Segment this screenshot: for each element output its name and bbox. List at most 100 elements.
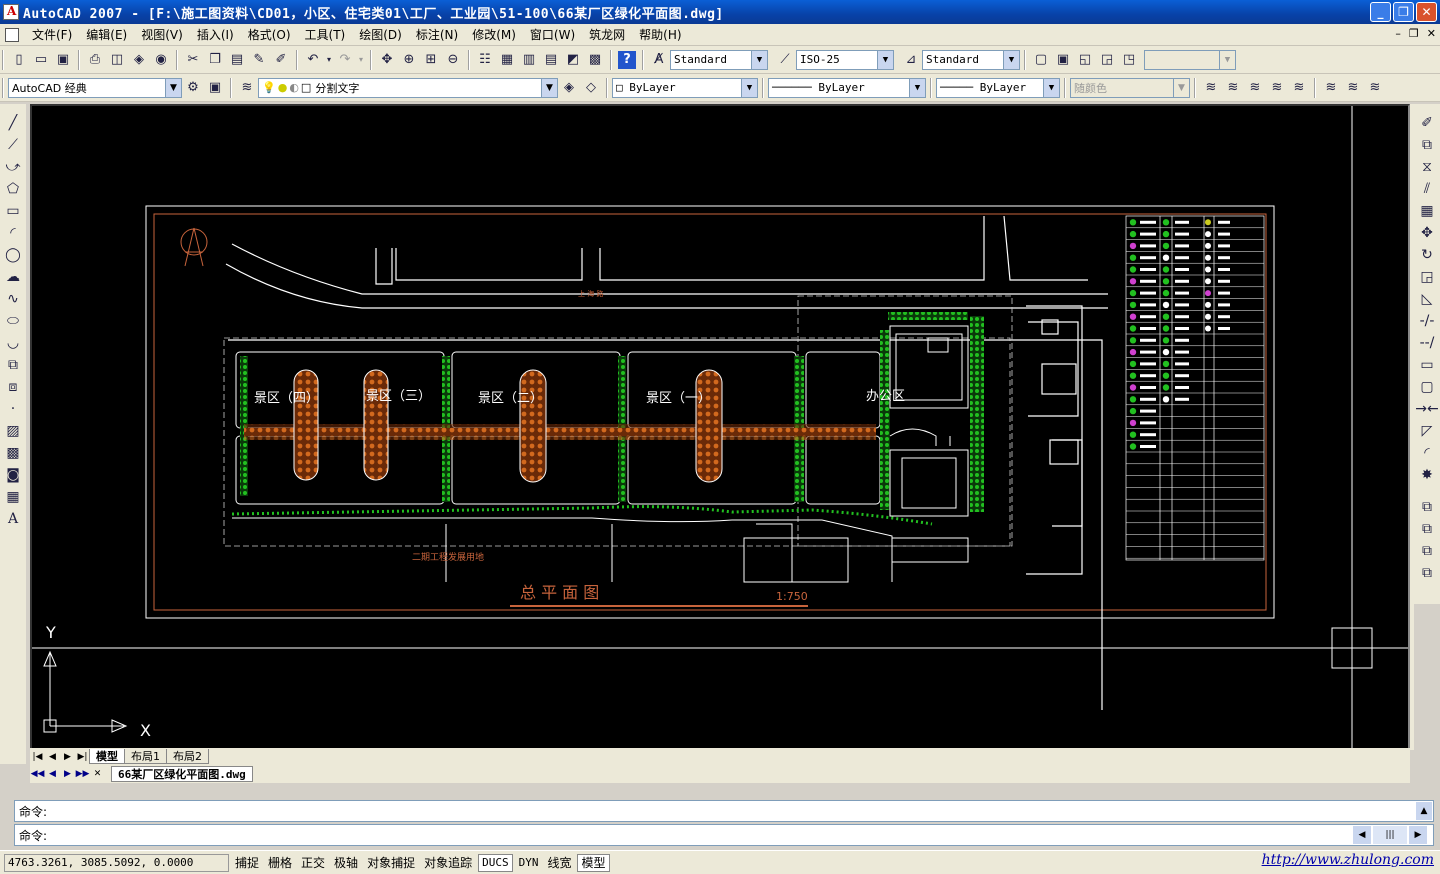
copy-object-icon[interactable]: ⧉ — [1416, 134, 1438, 156]
match-properties-icon[interactable]: ✎ — [248, 49, 270, 71]
plot-preview-icon[interactable]: ◫ — [106, 49, 128, 71]
lineweight-toggle[interactable]: 线宽 — [544, 854, 574, 872]
command-scroll-up-icon[interactable]: ▲ — [1416, 802, 1432, 820]
plotstyle-select[interactable]: 随颜色 ▼ — [1070, 77, 1190, 98]
layer-freeze-icon[interactable]: ● — [278, 81, 288, 94]
viewport-dialog-icon[interactable]: ▣ — [1052, 49, 1074, 71]
layer-tool-5-icon[interactable]: ≋ — [1288, 77, 1310, 99]
design-center-icon[interactable]: ▦ — [496, 49, 518, 71]
help-icon[interactable]: ? — [618, 50, 636, 69]
gradient-icon[interactable]: ▩ — [2, 442, 24, 464]
toolbar-grip[interactable] — [2, 77, 4, 98]
arc-icon[interactable]: ◜ — [2, 222, 24, 244]
undo-dropdown-icon[interactable]: ▾ — [324, 49, 334, 71]
save-icon[interactable]: ▣ — [52, 49, 74, 71]
menu-draw[interactable]: 绘图(D) — [352, 26, 409, 43]
dim-style-icon[interactable]: ⟋ — [774, 49, 796, 71]
menu-file[interactable]: 文件(F) — [25, 26, 79, 43]
viewport-convert-icon[interactable]: ◲ — [1096, 49, 1118, 71]
stretch-icon[interactable]: ◺ — [1416, 288, 1438, 310]
join-icon[interactable]: →← — [1415, 398, 1438, 420]
point-icon[interactable]: · — [2, 398, 24, 420]
menu-help[interactable]: 帮助(H) — [632, 26, 688, 43]
viewport-single-icon[interactable]: ▢ — [1030, 49, 1052, 71]
viewport-scale-select[interactable]: ▼ — [1144, 49, 1236, 70]
workspace-settings-icon[interactable]: ⚙ — [182, 77, 204, 99]
markup-icon[interactable]: ◩ — [562, 49, 584, 71]
table-icon[interactable]: ▦ — [2, 486, 24, 508]
chevron-down-icon[interactable]: ▼ — [741, 78, 757, 97]
prev-doc-button[interactable]: ◀ — [45, 767, 60, 782]
viewport-polygon-icon[interactable]: ◱ — [1074, 49, 1096, 71]
chevron-down-icon[interactable]: ▼ — [541, 78, 557, 97]
region-icon[interactable]: ◙ — [2, 464, 24, 486]
zoom-previous-icon[interactable]: ⊖ — [442, 49, 464, 71]
zoom-realtime-icon[interactable]: ⊕ — [398, 49, 420, 71]
break-at-point-icon[interactable]: ▭ — [1416, 354, 1438, 376]
close-button[interactable]: ✕ — [1416, 2, 1437, 22]
hatch-icon[interactable]: ▨ — [2, 420, 24, 442]
chevron-down-icon[interactable]: ▼ — [1003, 50, 1019, 69]
layer-on-icon[interactable]: 💡 — [262, 81, 276, 94]
3d-dwf-icon[interactable]: ◉ — [150, 49, 172, 71]
tab-layout2[interactable]: 布局2 — [166, 749, 209, 764]
close-doc-icon[interactable]: ✕ — [90, 767, 105, 782]
lineweight-select[interactable]: ───── ByLayer ▼ — [936, 77, 1060, 98]
minimize-button[interactable]: _ — [1370, 2, 1391, 22]
line-icon[interactable]: ╱ — [2, 112, 24, 134]
layer-tool-6-icon[interactable]: ≋ — [1320, 77, 1342, 99]
cut-icon[interactable]: ✂ — [182, 49, 204, 71]
fillet-icon[interactable]: ◜ — [1416, 442, 1438, 464]
circle-icon[interactable]: ◯ — [2, 244, 24, 266]
menu-zhulong[interactable]: 筑龙网 — [582, 26, 632, 43]
first-doc-button[interactable]: ◀◀ — [30, 767, 45, 782]
rectangle-icon[interactable]: ▭ — [2, 200, 24, 222]
spline-icon[interactable]: ∿ — [2, 288, 24, 310]
ortho-toggle[interactable]: 正交 — [298, 854, 328, 872]
layer-lock-icon[interactable]: ◐ — [289, 81, 299, 94]
next-doc-button[interactable]: ▶ — [60, 767, 75, 782]
dyn-toggle[interactable]: DYN — [516, 854, 542, 872]
chevron-down-icon[interactable]: ▼ — [909, 78, 925, 97]
mtext-icon[interactable]: A — [2, 508, 24, 530]
make-current-layer-icon[interactable]: ◈ — [558, 77, 580, 99]
extend-icon[interactable]: --/ — [1416, 332, 1438, 354]
table-style-icon[interactable]: ⊿ — [900, 49, 922, 71]
table-style-select[interactable]: Standard ▼ — [922, 49, 1020, 70]
move-icon[interactable]: ✥ — [1416, 222, 1438, 244]
linetype-select[interactable]: ────── ByLayer ▼ — [768, 77, 926, 98]
layer-tool-8-icon[interactable]: ≋ — [1364, 77, 1386, 99]
sheet-set-icon[interactable]: ▤ — [540, 49, 562, 71]
layer-tool-7-icon[interactable]: ≋ — [1342, 77, 1364, 99]
chevron-down-icon[interactable]: ▼ — [751, 50, 767, 69]
mirror-icon[interactable]: ⧖ — [1416, 156, 1438, 178]
layer-tool-3-icon[interactable]: ≋ — [1244, 77, 1266, 99]
layer-select[interactable]: 💡 ● ◐ □ 分割文字 ▼ — [258, 77, 558, 98]
prev-tab-button[interactable]: ◀ — [45, 749, 60, 764]
tab-model[interactable]: 模型 — [89, 749, 125, 764]
block-editor-icon[interactable]: ✐ — [270, 49, 292, 71]
layer-color-icon[interactable]: □ — [301, 81, 311, 94]
menu-tools[interactable]: 工具(T) — [298, 26, 353, 43]
chevron-down-icon[interactable]: ▼ — [1173, 78, 1189, 97]
scale-icon[interactable]: ◲ — [1416, 266, 1438, 288]
undo-icon[interactable]: ↶ — [302, 49, 324, 71]
grid-toggle[interactable]: 栅格 — [265, 854, 295, 872]
erase-icon[interactable]: ✐ — [1416, 112, 1438, 134]
trim-icon[interactable]: -/- — [1416, 310, 1438, 332]
canvas-vertical-scrollbar[interactable] — [1410, 104, 1414, 750]
menu-format[interactable]: 格式(O) — [241, 26, 298, 43]
maximize-button[interactable]: ❐ — [1393, 2, 1414, 22]
command-scroll-thumb[interactable]: ||| — [1373, 826, 1407, 844]
menu-view[interactable]: 视图(V) — [134, 26, 190, 43]
model-space-canvas[interactable]: 景区（四） 景区（三） 景区（二） 景区（一） 办公区 上 海 路 二期工程发展… — [30, 104, 1410, 750]
ellipse-arc-icon[interactable]: ◡ — [2, 332, 24, 354]
polyline-icon[interactable]: ⤻ — [2, 156, 24, 178]
properties-icon[interactable]: ☷ — [474, 49, 496, 71]
model-toggle[interactable]: 模型 — [577, 853, 610, 872]
tool-palettes-icon[interactable]: ▥ — [518, 49, 540, 71]
layer-tool-1-icon[interactable]: ≋ — [1200, 77, 1222, 99]
tab-layout1[interactable]: 布局1 — [124, 749, 167, 764]
doc-restore-button[interactable]: ❐ — [1409, 27, 1419, 40]
paste-icon[interactable]: ▤ — [226, 49, 248, 71]
